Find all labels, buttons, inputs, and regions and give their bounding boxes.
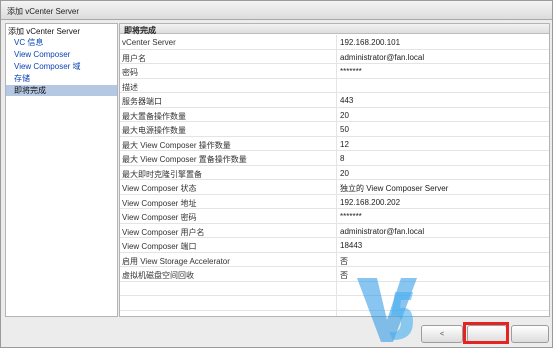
summary-header: 即将完成 <box>120 24 549 35</box>
table-row: 启用 View Storage Accelerator 否 <box>120 252 549 267</box>
table-row: 服务器端口 443 <box>120 93 549 108</box>
table-row: 最大 View Composer 置备操作数量 8 <box>120 151 549 166</box>
table-row: 最大电源操作数量 50 <box>120 122 549 137</box>
summary-field-value: administrator@fan.local <box>340 226 425 236</box>
cancel-button[interactable] <box>511 325 549 343</box>
summary-field-name: View Composer 用户名 <box>122 227 205 237</box>
wizard-step-storage[interactable]: 存储 <box>6 73 117 84</box>
summary-field-name: View Composer 端口 <box>122 242 197 251</box>
summary-field-value: 20 <box>340 110 349 120</box>
column-divider <box>336 122 337 137</box>
summary-field-name: 密码 <box>122 68 138 77</box>
column-divider <box>336 223 337 238</box>
summary-table: vCenter Server 192.168.200.101 用户名 administ… <box>120 35 549 316</box>
table-row: View Composer 地址 192.168.200.202 <box>120 194 549 209</box>
table-row: 虚拟机磁盘空间回收 否 <box>120 267 549 282</box>
summary-field-name: View Composer 地址 <box>122 198 197 208</box>
column-divider <box>336 209 337 224</box>
column-divider <box>336 267 337 282</box>
column-divider <box>336 136 337 151</box>
table-row: 密码 ******* <box>120 64 549 79</box>
summary-field-value: administrator@fan.local <box>340 52 425 62</box>
table-row: View Composer 状态 独立的 View Composer Server <box>120 180 549 195</box>
table-row: View Composer 端口 18443 <box>120 238 549 253</box>
table-row: 用户名 administrator@fan.local <box>120 49 549 64</box>
table-row: View Composer 密码 ******* <box>120 209 549 224</box>
summary-field-name: 最大即时克隆引擎置备 <box>122 169 202 179</box>
summary-field-name: 描述 <box>122 82 138 92</box>
table-row: 最大 View Composer 操作数量 12 <box>120 136 549 151</box>
column-divider <box>336 107 337 122</box>
summary-panel: 即将完成 vCenter Server 192.168.200.101 用户名 adm… <box>119 23 550 317</box>
column-divider <box>336 180 337 195</box>
summary-field-value: 12 <box>340 139 349 149</box>
summary-field-value: 否 <box>340 271 348 280</box>
summary-field-name: vCenter Server <box>122 38 176 47</box>
summary-field-value: 192.168.200.101 <box>340 38 401 47</box>
table-row <box>120 296 549 311</box>
summary-field-value: ******* <box>340 212 362 221</box>
column-divider <box>336 64 337 79</box>
summary-field-name: View Composer 密码 <box>122 213 197 222</box>
summary-field-name: 启用 View Storage Accelerator <box>122 256 230 266</box>
column-divider <box>336 35 337 50</box>
table-row: View Composer 用户名 administrator@fan.local <box>120 223 549 238</box>
column-divider <box>336 252 337 267</box>
summary-field-value: 独立的 View Composer Server <box>340 184 449 193</box>
column-divider <box>336 238 337 253</box>
column-divider <box>336 310 337 316</box>
summary-field-value: 20 <box>340 168 349 178</box>
wizard-step-ready-to-complete[interactable]: 即将完成 <box>6 85 117 96</box>
summary-field-value: ******* <box>340 67 362 76</box>
summary-field-value: 否 <box>340 256 348 266</box>
summary-field-value: 8 <box>340 154 345 163</box>
column-divider <box>336 296 337 311</box>
column-divider <box>336 93 337 108</box>
column-divider <box>336 194 337 209</box>
column-divider <box>336 151 337 166</box>
wizard-step-list: 添加 vCenter Server VC 信息 View Composer Vi… <box>5 23 118 317</box>
add-vcenter-dialog: 添加 vCenter Server 添加 vCenter Server VC 信… <box>0 0 553 348</box>
summary-field-value: 192.168.200.202 <box>340 197 401 207</box>
table-row <box>120 281 549 296</box>
table-row: 描述 <box>120 78 549 93</box>
table-row: 最大置备操作数量 20 <box>120 107 549 122</box>
table-row: 最大即时克隆引擎置备 20 <box>120 165 549 180</box>
column-divider <box>336 78 337 93</box>
summary-field-name: 最大置备操作数量 <box>122 111 186 121</box>
summary-field-name: 最大 View Composer 操作数量 <box>122 140 231 150</box>
summary-field-name: 最大电源操作数量 <box>122 126 186 135</box>
summary-field-value: 18443 <box>340 241 363 250</box>
column-divider <box>336 165 337 180</box>
dialog-titlebar[interactable]: 添加 vCenter Server <box>1 1 552 20</box>
wizard-step-view-composer[interactable]: View Composer <box>6 49 117 60</box>
summary-field-name: View Composer 状态 <box>122 184 197 193</box>
summary-field-name: 服务器端口 <box>122 97 162 106</box>
summary-field-name: 最大 View Composer 置备操作数量 <box>122 155 247 164</box>
back-arrow-icon: < <box>439 331 445 338</box>
summary-field-name: 用户名 <box>122 53 146 63</box>
table-row <box>120 310 549 316</box>
wizard-step-vc-info[interactable]: VC 信息 <box>6 37 117 48</box>
dialog-title: 添加 vCenter Server <box>7 7 80 16</box>
summary-field-value: 50 <box>340 125 349 134</box>
wizard-step-view-composer-domain[interactable]: View Composer 域 <box>6 61 117 72</box>
wizard-step-root[interactable]: 添加 vCenter Server <box>6 26 117 37</box>
table-row: vCenter Server 192.168.200.101 <box>120 35 549 50</box>
summary-field-value: 443 <box>340 96 354 105</box>
summary-field-name: 虚拟机磁盘空间回收 <box>122 271 194 280</box>
back-button[interactable]: < <box>421 325 463 343</box>
column-divider <box>336 49 337 64</box>
column-divider <box>336 281 337 296</box>
finish-button-highlight <box>463 322 509 344</box>
